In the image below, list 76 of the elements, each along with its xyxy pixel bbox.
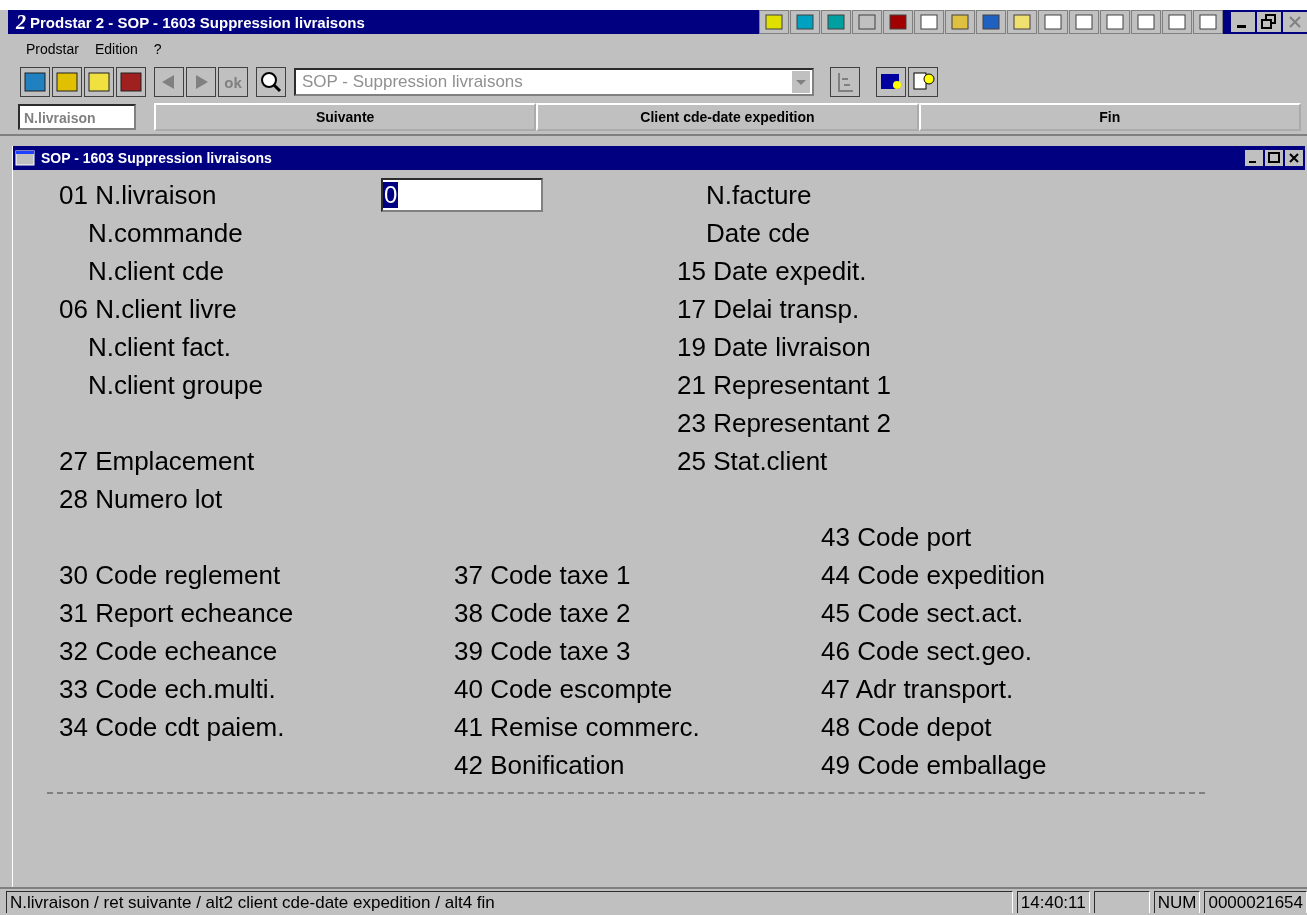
field-label: 44 Code expedition	[821, 559, 1046, 591]
minimize-button[interactable]	[1231, 12, 1255, 32]
field-label: 28 Numero lot	[59, 483, 223, 515]
next-icon[interactable]	[186, 67, 216, 97]
window-menu-icon[interactable]	[15, 150, 35, 166]
child-window-title: SOP - 1603 Suppression livraisons	[41, 150, 273, 166]
field-label: 43 Code port	[821, 521, 972, 553]
field-label: N.client groupe	[87, 369, 263, 401]
restore-button[interactable]	[1257, 12, 1281, 32]
field-label: 41 Remise commerc.	[454, 711, 700, 743]
field-label: N.client cde	[87, 255, 224, 287]
field-label: 27 Emplacement	[59, 445, 255, 477]
menu-item[interactable]: Prodstar	[26, 41, 79, 57]
window-title: Prodstar 2 - SOP - 1603 Suppression livraisons	[30, 13, 366, 31]
field-label: 06 N.client livre	[59, 293, 237, 325]
status-counter: 0000021654	[1204, 891, 1307, 913]
toolbar-icon[interactable]	[84, 67, 114, 97]
shortcut-icon[interactable]	[914, 10, 944, 34]
field-label: 37 Code taxe 1	[454, 559, 631, 591]
field-label: 47 Adr transport.	[821, 673, 1014, 705]
input-field[interactable]: 0	[381, 178, 543, 212]
field-label: 40 Code escompte	[454, 673, 673, 705]
field-label: 01 N.livraison	[59, 179, 217, 211]
field-label: 25 Stat.client	[677, 445, 828, 477]
close-button[interactable]	[1285, 150, 1303, 166]
field-label: 45 Code sect.act.	[821, 597, 1024, 629]
search-icon[interactable]	[256, 67, 286, 97]
shortcut-icon[interactable]	[976, 10, 1006, 34]
field-label: 15 Date expedit.	[677, 255, 867, 287]
status-mode: NUM	[1153, 891, 1201, 913]
field-label: 21 Representant 1	[677, 369, 891, 401]
shortcut-icon[interactable]	[1162, 10, 1192, 34]
field-label: 49 Code emballage	[821, 749, 1047, 781]
maximize-button[interactable]	[1265, 150, 1283, 166]
function-key-button[interactable]: Client cde-date expedition	[536, 103, 919, 131]
toolbar-icon[interactable]	[52, 67, 82, 97]
menu-item[interactable]: Edition	[94, 41, 138, 57]
app-logo: 2	[16, 10, 26, 34]
shortcut-icon[interactable]	[1131, 10, 1161, 34]
function-key-button[interactable]: Suivante	[154, 103, 537, 131]
toolbar-icon[interactable]	[116, 67, 146, 97]
menu-item[interactable]: ?	[153, 41, 162, 57]
status-time: 14:40:11	[1016, 891, 1090, 913]
field-label: 38 Code taxe 2	[454, 597, 631, 629]
field-label: 34 Code cdt paiem.	[59, 711, 285, 743]
shortcut-icon[interactable]	[1069, 10, 1099, 34]
minimize-button[interactable]	[1245, 150, 1263, 166]
field-label: 42 Bonification	[454, 749, 625, 781]
shortcut-icon[interactable]	[1100, 10, 1130, 34]
shortcut-icon[interactable]	[1193, 10, 1223, 34]
field-label: Date cde	[705, 217, 811, 249]
field-label: N.client fact.	[87, 331, 232, 363]
function-key-button[interactable]: Fin	[918, 103, 1301, 131]
field-label: 39 Code taxe 3	[454, 635, 631, 667]
field-label: 48 Code depot	[821, 711, 992, 743]
shortcut-icon[interactable]	[821, 10, 851, 34]
field-label: 23 Representant 2	[677, 407, 891, 439]
toolbar-icon[interactable]	[20, 67, 50, 97]
status-message: N.livraison / ret suivante / alt2 client cde-date expedition / alt4 fin	[6, 891, 1013, 913]
shortcut-icon[interactable]	[883, 10, 913, 34]
field-label: 19 Date livraison	[677, 331, 871, 363]
key-field[interactable]: N.livraison	[18, 104, 136, 130]
field-label: N.commande	[87, 217, 243, 249]
previous-icon[interactable]	[154, 67, 184, 97]
field-label: 30 Code reglement	[59, 559, 281, 591]
field-label: 46 Code sect.geo.	[821, 635, 1033, 667]
field-label: 17 Delai transp.	[677, 293, 860, 325]
field-label: 33 Code ech.multi.	[59, 673, 276, 705]
field-label: 31 Report echeance	[59, 597, 294, 629]
field-label: 32 Code echeance	[59, 635, 278, 667]
shortcut-icon[interactable]	[1038, 10, 1068, 34]
shortcut-icon[interactable]	[1007, 10, 1037, 34]
shortcut-icon[interactable]	[790, 10, 820, 34]
field-label: N.facture	[705, 179, 812, 211]
shortcut-icon[interactable]	[759, 10, 789, 34]
status-pane	[1093, 891, 1150, 913]
